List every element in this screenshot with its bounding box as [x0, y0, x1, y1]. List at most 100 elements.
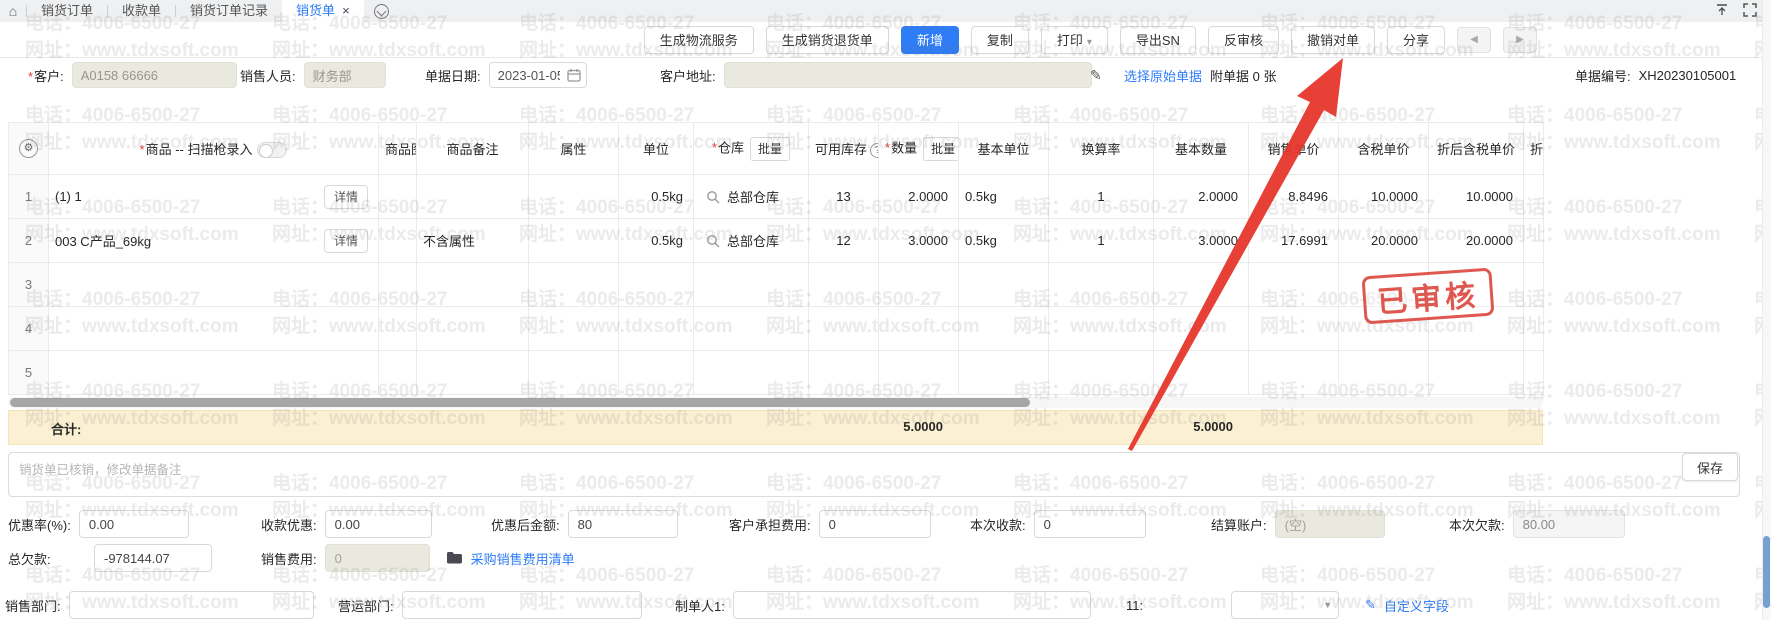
quantity-cell: 2.0000 [879, 175, 959, 219]
warehouse-cell: 总部仓库 [694, 219, 809, 263]
edit-pencil-icon[interactable]: ✎ [1090, 67, 1102, 84]
vertical-scrollbar-thumb[interactable] [1763, 536, 1770, 608]
table-row-empty: 4 [9, 307, 1544, 351]
row-number: 5 [9, 351, 49, 395]
customer-address-input[interactable] [724, 62, 1092, 88]
col-unit: 单位 [619, 123, 694, 175]
customer-input[interactable] [72, 62, 237, 88]
export-sn-button[interactable]: 导出SN [1120, 26, 1196, 54]
customer-borne-fee-input[interactable] [819, 510, 931, 538]
tab-receipt[interactable]: 收款单 [108, 0, 175, 22]
horizontal-scrollbar-thumb[interactable] [10, 398, 1030, 407]
product-image-cell [379, 175, 417, 219]
reverse-audit-button[interactable]: 反审核 [1208, 26, 1279, 54]
total-debt-group: 总欠款: [8, 541, 212, 575]
search-icon[interactable] [706, 190, 720, 204]
sales-fee-input[interactable] [325, 544, 430, 572]
barcode-scan-toggle[interactable] [257, 142, 287, 158]
select-original-doc-link[interactable]: 选择原始单据 [1124, 66, 1202, 85]
fullscreen-icon[interactable] [1743, 3, 1757, 17]
rate-cell: 1 [1049, 175, 1154, 219]
salesperson-input[interactable] [304, 62, 386, 88]
detail-button[interactable]: 详情 [324, 185, 368, 209]
col-quantity: *数量批量 [879, 123, 959, 175]
audited-stamp: 已审核 [1361, 268, 1494, 325]
quantity-batch-button[interactable]: 批量 [923, 137, 958, 161]
tax-price-cell: 10.0000 [1339, 175, 1429, 219]
share-button[interactable]: 分享 [1387, 26, 1445, 54]
stock-help-icon[interactable]: ? [870, 143, 878, 158]
field-11-select[interactable]: ▾ [1231, 591, 1339, 619]
close-tab-icon[interactable]: × [342, 0, 350, 22]
current-debt-input[interactable] [1513, 510, 1625, 538]
column-settings-gear-icon[interactable]: ⚙ [19, 139, 38, 158]
amount-after-discount-group: 优惠后金额: [491, 507, 678, 541]
customer-label: *客户: [28, 66, 64, 85]
table-row-empty: 5 [9, 351, 1544, 395]
tab-sales-invoice-active[interactable]: 销货单 × [282, 0, 364, 22]
current-receipt-input[interactable] [1034, 510, 1146, 538]
col-attribute: 属性 [529, 123, 619, 175]
generate-logistics-button[interactable]: 生成物流服务 [644, 26, 754, 54]
sales-dept-group: 销售部门: [5, 588, 314, 620]
custom-fields-pencil-icon[interactable]: ✎ [1365, 597, 1376, 613]
tab-history-icon[interactable] [374, 4, 389, 19]
doc-header-form: *客户: 销售人员: 单据日期: 客户地址: ✎ 选择原始单据 [0, 58, 1771, 92]
collapse-top-icon[interactable] [1715, 3, 1729, 17]
copy-button[interactable]: 复制 [971, 26, 1029, 54]
customer-address-field-group: 客户地址: [660, 58, 1092, 92]
doc-no-value: XH20230105001 [1639, 68, 1737, 83]
field-11-label: 11: [1126, 598, 1143, 613]
attribute-cell [529, 219, 619, 263]
custom-fields-link[interactable]: 自定义字段 [1384, 596, 1449, 615]
col-product-image: 商品图片 [379, 123, 417, 175]
base-unit-cell: 0.5kg [959, 175, 1049, 219]
detail-button[interactable]: 详情 [324, 229, 368, 253]
prev-doc-button[interactable]: ◀ [1457, 27, 1491, 53]
original-doc-group: 选择原始单据 附单据 0 张 [1124, 58, 1276, 92]
calendar-icon[interactable] [567, 68, 581, 82]
home-icon[interactable]: ⌂ [0, 3, 26, 19]
folder-icon[interactable] [446, 551, 463, 565]
customer-address-label: 客户地址: [660, 66, 716, 85]
col-product: *商品 -- 扫描枪录入 [49, 123, 379, 175]
next-doc-button[interactable]: ▶ [1503, 27, 1537, 53]
purchase-sales-fee-list-link[interactable]: 采购销售费用清单 [471, 549, 575, 568]
custom-fields-group: ✎ 自定义字段 [1365, 588, 1449, 620]
settlement-account-group: 结算账户: [1211, 507, 1385, 541]
product-name: (1) 1 [55, 189, 324, 204]
window-icons [1715, 3, 1757, 17]
col-discounted-tax-price: 折后含税单价 [1429, 123, 1524, 175]
total-debt-input[interactable] [94, 544, 212, 572]
row-number: 1 [9, 175, 49, 219]
discount-rate-input[interactable] [79, 510, 189, 538]
current-debt-group: 本次欠款: [1449, 507, 1625, 541]
doc-date-label: 单据日期: [425, 66, 481, 85]
doc-remark-textarea[interactable] [8, 452, 1740, 497]
tab-sales-order[interactable]: 销货订单 [27, 0, 107, 22]
base-qty-cell: 3.0000 [1154, 219, 1249, 263]
print-button[interactable]: 打印▾ [1041, 26, 1108, 54]
field-11-group: 11: ▾ [1126, 588, 1339, 620]
doc-maker-input[interactable] [733, 591, 1091, 619]
receipt-discount-label: 收款优惠: [261, 515, 317, 534]
settlement-account-input[interactable] [1275, 510, 1385, 538]
tab-sales-order-record[interactable]: 销货订单记录 [176, 0, 282, 22]
add-new-button[interactable]: 新增 [901, 26, 959, 54]
amount-after-discount-input[interactable] [568, 510, 678, 538]
item-table: ⚙ *商品 -- 扫描枪录入 商品图片 商品备注 属性 单位 *仓库批量 可用库… [8, 122, 1544, 395]
search-icon[interactable] [706, 234, 720, 248]
receipt-discount-input[interactable] [325, 510, 432, 538]
discount-rate-group: 优惠率(%): [8, 507, 189, 541]
price-cell: 8.8496 [1249, 175, 1339, 219]
save-button[interactable]: 保存 [1682, 453, 1738, 481]
doc-maker-label: 制单人1: [675, 596, 725, 615]
col-sale-price: 销售单价 [1249, 123, 1339, 175]
operation-dept-input[interactable] [402, 591, 642, 619]
warehouse-batch-button[interactable]: 批量 [750, 137, 790, 161]
generate-sales-return-button[interactable]: 生成销货退货单 [766, 26, 889, 54]
sales-dept-input[interactable] [69, 591, 314, 619]
unit-cell: 0.5kg [619, 219, 694, 263]
cancel-reconcile-button[interactable]: 撤销对单 [1291, 26, 1375, 54]
edit-address-group: ✎ [1090, 58, 1102, 92]
